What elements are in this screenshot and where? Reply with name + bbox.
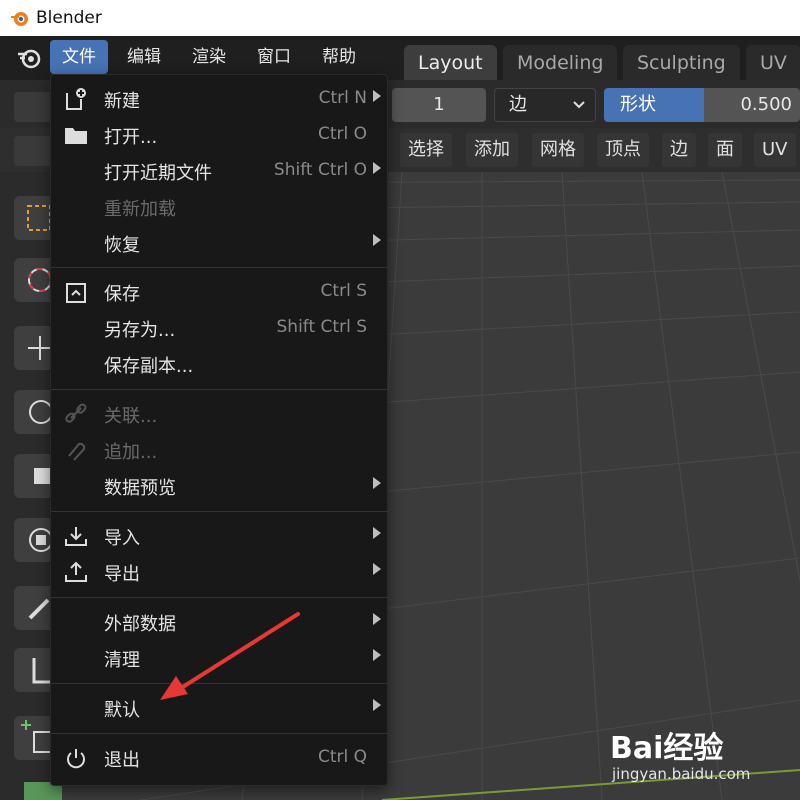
- watermark-brand: Bai经验: [610, 731, 724, 766]
- baidu-watermark: Bai经验 jingyan.baidu.com: [600, 715, 800, 800]
- annotation-arrow: [160, 612, 300, 700]
- watermark-url: jingyan.baidu.com: [612, 765, 751, 783]
